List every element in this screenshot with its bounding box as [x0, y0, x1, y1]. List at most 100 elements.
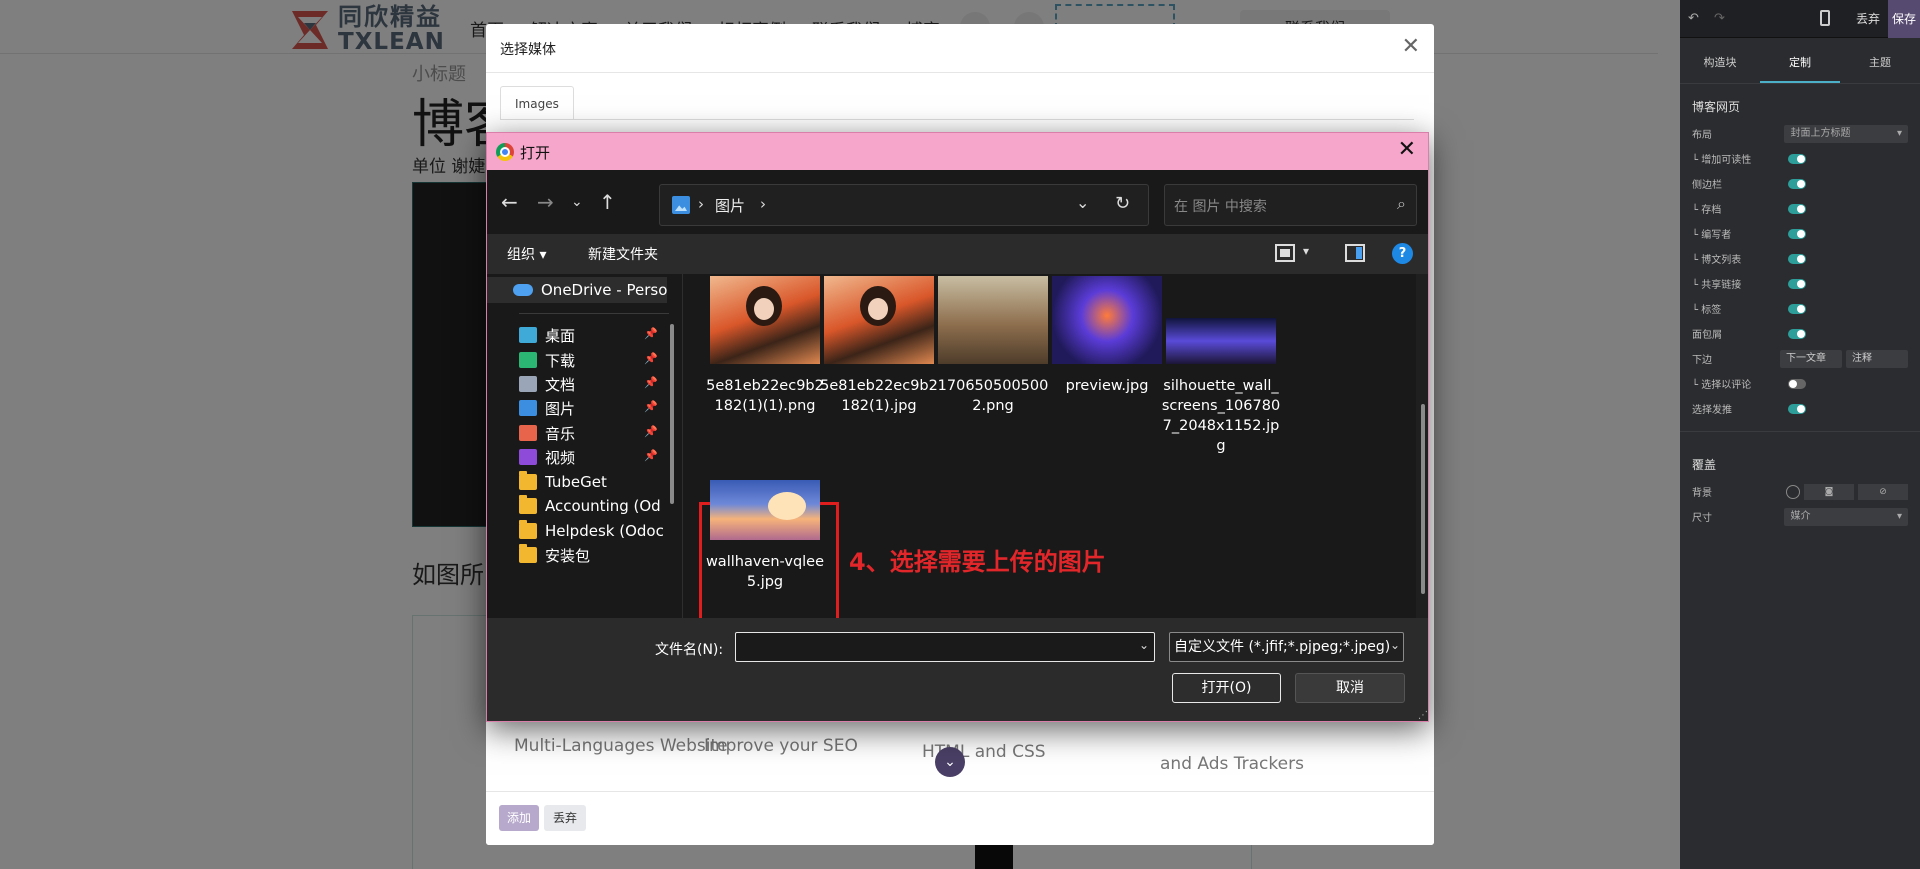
- filename-input[interactable]: [735, 632, 1155, 662]
- file-thumbnail: [824, 276, 934, 364]
- file-list-scrollbar[interactable]: [1416, 274, 1428, 618]
- pin-icon[interactable]: 📌: [644, 400, 658, 413]
- file-type-chevron-icon[interactable]: ⌄: [1390, 638, 1400, 652]
- nav-pane-item[interactable]: TubeGet: [487, 469, 667, 495]
- redo-icon[interactable]: ↷: [1714, 11, 1725, 26]
- download-icon: [519, 352, 537, 368]
- file-name: preview.jpg: [1065, 378, 1149, 394]
- forward-arrow-icon[interactable]: →: [537, 190, 554, 214]
- address-bar[interactable]: › 图片 › ⌄ ↻: [659, 184, 1149, 226]
- option-toggle[interactable]: [1788, 253, 1806, 264]
- folder-icon: [519, 520, 537, 539]
- file-thumbnail: [710, 480, 820, 540]
- address-history-chevron-icon[interactable]: ⌄: [1076, 193, 1089, 212]
- recent-locations-chevron-icon[interactable]: ⌄: [571, 194, 583, 210]
- file-list-scrollbar-thumb[interactable]: [1421, 404, 1425, 594]
- option-row: └ 共享链接: [1680, 271, 1920, 296]
- option-toggle[interactable]: [1788, 328, 1806, 339]
- discard-button[interactable]: 丢弃: [544, 805, 586, 831]
- up-arrow-icon[interactable]: ↑: [599, 190, 616, 214]
- pin-icon[interactable]: 📌: [644, 327, 658, 340]
- option-toggle[interactable]: [1788, 403, 1806, 414]
- size-select[interactable]: 媒介: [1784, 507, 1908, 526]
- dialog-title: 打开: [520, 144, 551, 162]
- resize-grip-icon[interactable]: ⋰: [1418, 710, 1428, 721]
- file-item[interactable]: 1706505005002.png: [932, 276, 1054, 416]
- feature-label: Multi-Languages Website: [514, 736, 728, 756]
- dialog-toolbar: 组织 ▾ 新建文件夹 ▾ ?: [487, 234, 1428, 274]
- new-folder-button[interactable]: 新建文件夹: [588, 244, 658, 264]
- undo-icon[interactable]: ↶: [1688, 11, 1699, 26]
- camera-icon[interactable]: ◙: [1804, 483, 1854, 500]
- preview-pane-icon[interactable]: [1345, 244, 1365, 262]
- color-picker-icon[interactable]: [1786, 484, 1800, 499]
- option-toggle[interactable]: [1788, 178, 1806, 189]
- breadcrumb-separator-icon[interactable]: ›: [760, 195, 766, 213]
- dialog-close-icon[interactable]: ✕: [1398, 137, 1416, 162]
- breadcrumb-separator-icon[interactable]: ›: [698, 195, 704, 213]
- editor-tabs: 构造块 定制 主题: [1680, 46, 1920, 84]
- option-select[interactable]: 注释: [1846, 349, 1908, 368]
- option-label: └ 共享链接: [1692, 280, 1742, 291]
- nav-pane-item[interactable]: Accounting (Od: [487, 493, 667, 519]
- open-button[interactable]: 打开(O): [1172, 673, 1281, 703]
- editor-toolbar: ↶ ↷ 丢弃 保存: [1680, 0, 1920, 38]
- pin-icon[interactable]: 📌: [644, 352, 658, 365]
- file-item[interactable]: wallhaven-vqlee5.jpg: [704, 464, 826, 592]
- nav-pane-item[interactable]: 桌面 📌: [487, 322, 667, 348]
- search-box[interactable]: 在 图片 中搜索 ⌕: [1164, 184, 1417, 226]
- tab-theme[interactable]: 主题: [1840, 46, 1920, 83]
- change-view-icon[interactable]: [1275, 244, 1295, 262]
- editor-discard-button[interactable]: 丢弃: [1848, 0, 1888, 38]
- search-icon[interactable]: ⌕: [1397, 194, 1406, 214]
- navigation-scrollbar[interactable]: [670, 324, 674, 504]
- nav-pane-item-label: Helpdesk (Odoc: [545, 522, 664, 540]
- refresh-icon[interactable]: ↻: [1115, 193, 1130, 214]
- nav-pane-item[interactable]: 安装包: [487, 542, 667, 568]
- option-row: └ 增加可读性: [1680, 146, 1920, 171]
- cancel-button[interactable]: 取消: [1295, 673, 1405, 703]
- pin-icon[interactable]: 📌: [644, 376, 658, 389]
- mobile-preview-icon[interactable]: [1820, 10, 1830, 26]
- nav-pane-item[interactable]: Helpdesk (Odoc: [487, 518, 667, 544]
- layout-select[interactable]: 封面上方标题: [1784, 124, 1908, 143]
- close-icon[interactable]: ✕: [1402, 34, 1420, 59]
- nav-pane-item[interactable]: 文档 📌: [487, 371, 667, 397]
- file-item[interactable]: preview.jpg: [1046, 276, 1168, 396]
- nav-pane-item[interactable]: 音乐 📌: [487, 420, 667, 446]
- tab-blocks[interactable]: 构造块: [1680, 46, 1760, 83]
- view-options-chevron-icon[interactable]: ▾: [1303, 244, 1309, 258]
- nav-pane-item[interactable]: 图片 📌: [487, 395, 667, 421]
- file-type-filter[interactable]: 自定义文件 (*.jfif;*.pjpeg;*.jpeg): [1169, 632, 1404, 662]
- option-select[interactable]: 下一文章: [1780, 349, 1842, 368]
- option-toggle[interactable]: [1788, 378, 1806, 389]
- nav-pane-item[interactable]: 视频 📌: [487, 444, 667, 470]
- document-icon: [519, 376, 537, 392]
- option-toggle[interactable]: [1788, 228, 1806, 239]
- breadcrumb-pictures[interactable]: 图片: [715, 195, 745, 216]
- back-arrow-icon[interactable]: ←: [501, 190, 518, 214]
- editor-save-button[interactable]: 保存: [1888, 0, 1920, 38]
- tab-images[interactable]: Images: [500, 86, 574, 120]
- filename-history-chevron-icon[interactable]: ⌄: [1139, 638, 1149, 652]
- file-item[interactable]: 5e81eb22ec9b2182(1).jpg: [818, 276, 940, 416]
- nav-pane-item-label: TubeGet: [545, 473, 607, 491]
- no-image-icon[interactable]: ⊘: [1858, 483, 1908, 500]
- scroll-down-icon[interactable]: ⌄: [935, 747, 965, 777]
- nav-pane-item[interactable]: 下载 📌: [487, 347, 667, 373]
- add-button[interactable]: 添加: [499, 805, 539, 831]
- organize-menu[interactable]: 组织 ▾: [507, 244, 546, 264]
- option-toggle[interactable]: [1788, 203, 1806, 214]
- file-item[interactable]: silhouette_wall_screens_1067807_2048x115…: [1160, 276, 1282, 456]
- file-item[interactable]: 5e81eb22ec9b2182(1)(1).png: [704, 276, 826, 416]
- tab-customize[interactable]: 定制: [1760, 46, 1840, 83]
- option-label: └ 编写者: [1692, 230, 1732, 241]
- option-toggle[interactable]: [1788, 303, 1806, 314]
- pin-icon[interactable]: 📌: [644, 425, 658, 438]
- pin-icon[interactable]: 📌: [644, 449, 658, 462]
- option-toggle[interactable]: [1788, 153, 1806, 164]
- folder-icon: [519, 471, 537, 490]
- option-toggle[interactable]: [1788, 278, 1806, 289]
- help-icon[interactable]: ?: [1392, 243, 1413, 264]
- nav-pane-item[interactable]: OneDrive - Perso: [487, 277, 667, 303]
